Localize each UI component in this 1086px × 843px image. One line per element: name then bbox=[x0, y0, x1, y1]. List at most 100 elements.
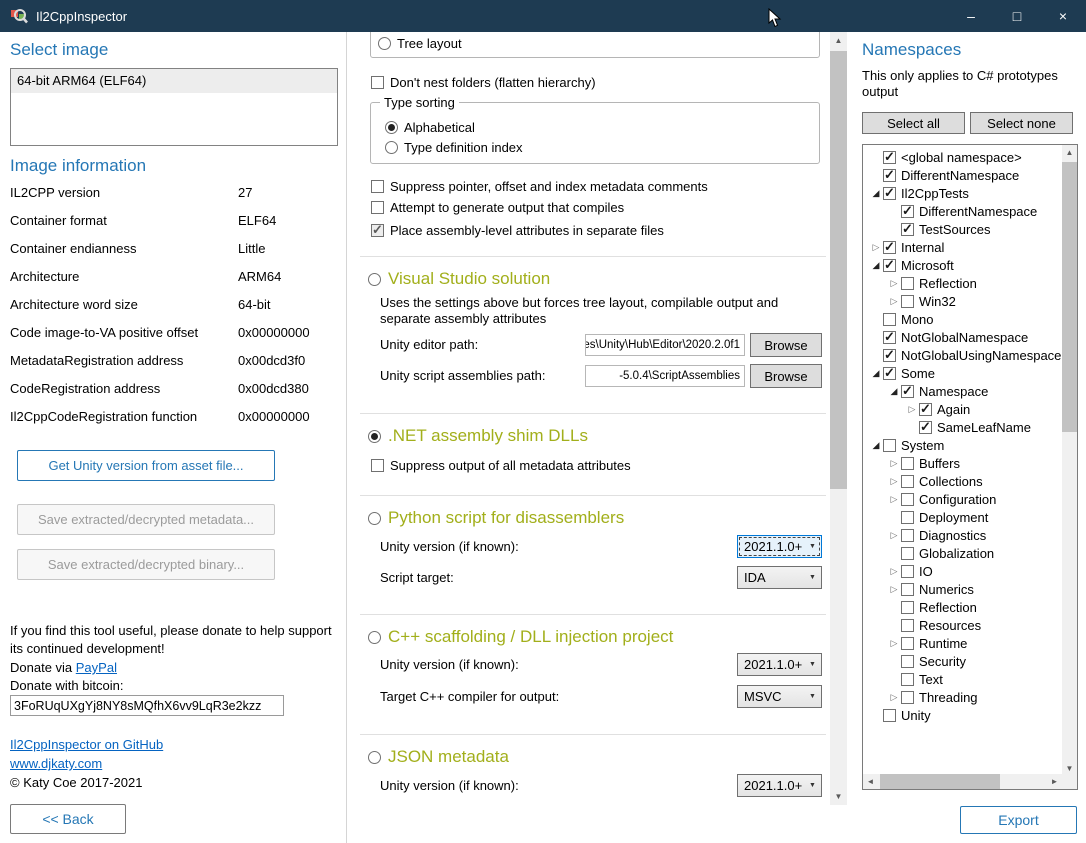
namespace-checkbox[interactable] bbox=[883, 169, 896, 182]
cpp-radio[interactable] bbox=[368, 631, 381, 644]
browse-assemblies-path-button[interactable]: Browse bbox=[750, 364, 822, 388]
expand-arrow-icon[interactable]: ▷ bbox=[887, 494, 901, 505]
namespace-checkbox[interactable] bbox=[883, 187, 896, 200]
namespace-checkbox[interactable] bbox=[883, 259, 896, 272]
tree-item[interactable]: ▷Numerics bbox=[863, 580, 1062, 598]
tree-item[interactable]: Reflection bbox=[863, 598, 1062, 616]
namespace-checkbox[interactable] bbox=[901, 619, 914, 632]
tree-item[interactable]: Unity bbox=[863, 706, 1062, 724]
tree-item[interactable]: Resources bbox=[863, 616, 1062, 634]
close-icon[interactable]: × bbox=[1040, 0, 1086, 32]
namespace-checkbox[interactable] bbox=[883, 241, 896, 254]
suppress-comments-checkbox[interactable] bbox=[371, 180, 384, 193]
paypal-link[interactable]: PayPal bbox=[76, 660, 117, 675]
scroll-up-icon[interactable]: ▲ bbox=[1062, 145, 1077, 160]
github-link[interactable]: Il2CppInspector on GitHub bbox=[10, 737, 163, 752]
flatten-checkbox[interactable] bbox=[371, 76, 384, 89]
back-button[interactable]: << Back bbox=[10, 804, 126, 834]
tree-item[interactable]: ▷Configuration bbox=[863, 490, 1062, 508]
collapse-arrow-icon[interactable]: ◢ bbox=[869, 260, 883, 271]
tree-item[interactable]: Deployment bbox=[863, 508, 1062, 526]
suppress-metadata-checkbox[interactable] bbox=[371, 459, 384, 472]
namespace-checkbox[interactable] bbox=[901, 295, 914, 308]
browse-editor-path-button[interactable]: Browse bbox=[750, 333, 822, 357]
namespace-checkbox[interactable] bbox=[901, 457, 914, 470]
json-unity-version-dropdown[interactable]: 2021.1.0+ ▼ bbox=[737, 774, 822, 797]
tree-item[interactable]: ▷Diagnostics bbox=[863, 526, 1062, 544]
namespace-checkbox[interactable] bbox=[901, 475, 914, 488]
python-unity-version-dropdown[interactable]: 2021.1.0+ ▼ bbox=[737, 535, 822, 558]
expand-arrow-icon[interactable]: ▷ bbox=[887, 296, 901, 307]
expand-arrow-icon[interactable]: ▷ bbox=[887, 638, 901, 649]
namespace-checkbox[interactable] bbox=[901, 601, 914, 614]
tree-item[interactable]: DifferentNamespace bbox=[863, 166, 1062, 184]
tree-layout-radio[interactable] bbox=[378, 37, 391, 50]
attempt-compile-checkbox[interactable] bbox=[371, 201, 384, 214]
namespace-checkbox[interactable] bbox=[901, 529, 914, 542]
collapse-arrow-icon[interactable]: ◢ bbox=[869, 440, 883, 451]
expand-arrow-icon[interactable]: ▷ bbox=[869, 242, 883, 253]
tree-item[interactable]: ▷Again bbox=[863, 400, 1062, 418]
expand-arrow-icon[interactable]: ▷ bbox=[887, 476, 901, 487]
shim-dlls-radio[interactable] bbox=[368, 430, 381, 443]
namespace-checkbox[interactable] bbox=[883, 151, 896, 164]
expand-arrow-icon[interactable]: ▷ bbox=[887, 458, 901, 469]
expand-arrow-icon[interactable]: ▷ bbox=[887, 692, 901, 703]
image-list-item[interactable]: 64-bit ARM64 (ELF64) bbox=[11, 69, 337, 93]
namespace-checkbox[interactable] bbox=[901, 637, 914, 650]
tree-item[interactable]: DifferentNamespace bbox=[863, 202, 1062, 220]
script-target-dropdown[interactable]: IDA ▼ bbox=[737, 566, 822, 589]
namespace-checkbox[interactable] bbox=[901, 583, 914, 596]
export-button[interactable]: Export bbox=[960, 806, 1077, 834]
tree-vertical-scrollbar[interactable]: ▲ ▼ bbox=[1062, 145, 1077, 776]
website-link[interactable]: www.djkaty.com bbox=[10, 756, 102, 771]
tree-item[interactable]: ▷Runtime bbox=[863, 634, 1062, 652]
expand-arrow-icon[interactable]: ▷ bbox=[887, 530, 901, 541]
bitcoin-address-input[interactable] bbox=[10, 695, 284, 716]
namespace-checkbox[interactable] bbox=[883, 439, 896, 452]
options-scrollbar[interactable]: ▲ ▼ bbox=[830, 32, 847, 805]
json-radio[interactable] bbox=[368, 751, 381, 764]
tree-item[interactable]: ◢Il2CppTests bbox=[863, 184, 1062, 202]
tree-item[interactable]: NotGlobalNamespace bbox=[863, 328, 1062, 346]
scroll-down-icon[interactable]: ▼ bbox=[830, 788, 847, 805]
namespace-checkbox[interactable] bbox=[901, 205, 914, 218]
collapse-arrow-icon[interactable]: ◢ bbox=[887, 386, 901, 397]
namespace-checkbox[interactable] bbox=[901, 223, 914, 236]
tree-item[interactable]: Security bbox=[863, 652, 1062, 670]
cpp-unity-version-dropdown[interactable]: 2021.1.0+ ▼ bbox=[737, 653, 822, 676]
tree-item[interactable]: ▷Buffers bbox=[863, 454, 1062, 472]
namespace-checkbox[interactable] bbox=[901, 511, 914, 524]
visual-studio-radio[interactable] bbox=[368, 273, 381, 286]
scrollbar-thumb[interactable] bbox=[830, 51, 847, 489]
python-radio[interactable] bbox=[368, 512, 381, 525]
tree-item[interactable]: NotGlobalUsingNamespace bbox=[863, 346, 1062, 364]
tree-item[interactable]: ▷Reflection bbox=[863, 274, 1062, 292]
collapse-arrow-icon[interactable]: ◢ bbox=[869, 188, 883, 199]
tree-item[interactable]: <global namespace> bbox=[863, 148, 1062, 166]
namespace-checkbox[interactable] bbox=[901, 673, 914, 686]
unity-assemblies-path-input[interactable]: -5.0.4\ScriptAssemblies bbox=[585, 365, 745, 387]
type-def-index-radio[interactable] bbox=[385, 141, 398, 154]
tree-item[interactable]: ◢Microsoft bbox=[863, 256, 1062, 274]
select-none-button[interactable]: Select none bbox=[970, 112, 1073, 134]
collapse-arrow-icon[interactable]: ◢ bbox=[869, 368, 883, 379]
tree-item[interactable]: ▷IO bbox=[863, 562, 1062, 580]
separate-attributes-checkbox[interactable] bbox=[371, 224, 384, 237]
image-list[interactable]: 64-bit ARM64 (ELF64) bbox=[10, 68, 338, 146]
scroll-left-icon[interactable]: ◄ bbox=[863, 774, 878, 789]
tree-item[interactable]: ▷Collections bbox=[863, 472, 1062, 490]
tree-item[interactable]: Text bbox=[863, 670, 1062, 688]
namespace-checkbox[interactable] bbox=[883, 709, 896, 722]
expand-arrow-icon[interactable]: ▷ bbox=[905, 404, 919, 415]
minimize-icon[interactable]: – bbox=[948, 0, 994, 32]
namespace-checkbox[interactable] bbox=[901, 691, 914, 704]
tree-item[interactable]: ◢Namespace bbox=[863, 382, 1062, 400]
scroll-up-icon[interactable]: ▲ bbox=[830, 32, 847, 49]
tree-item[interactable]: Mono bbox=[863, 310, 1062, 328]
scrollbar-thumb[interactable] bbox=[880, 774, 1000, 789]
namespace-checkbox[interactable] bbox=[901, 547, 914, 560]
tree-item[interactable]: ◢Some bbox=[863, 364, 1062, 382]
namespace-checkbox[interactable] bbox=[883, 349, 896, 362]
namespace-checkbox[interactable] bbox=[901, 655, 914, 668]
